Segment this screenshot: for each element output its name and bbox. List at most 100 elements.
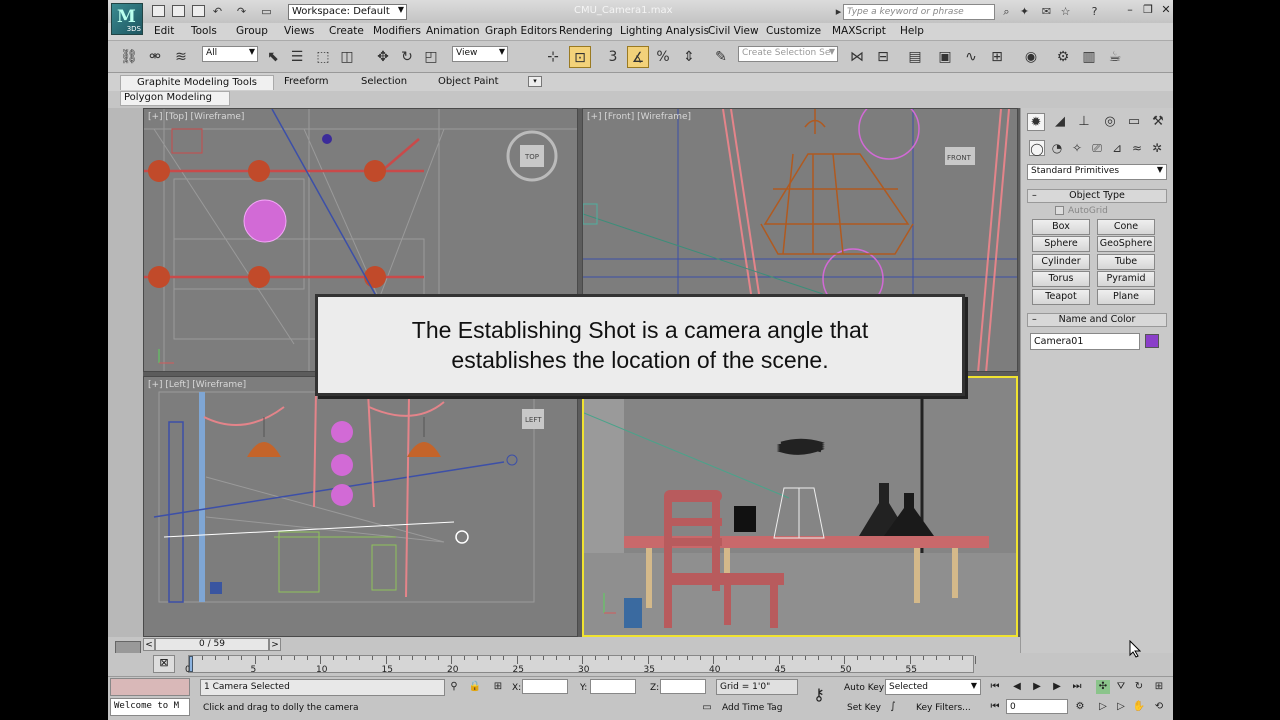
lights-icon[interactable]: ✧ (1069, 140, 1085, 156)
reference-coord-dropdown[interactable]: View ▼ (452, 46, 508, 62)
autogrid-checkbox[interactable]: AutoGrid (1055, 206, 1108, 216)
box-button[interactable]: Box (1032, 219, 1090, 235)
viewport-camera[interactable] (582, 376, 1018, 637)
spacewarps-icon[interactable]: ≈ (1129, 140, 1145, 156)
auto-key-button[interactable]: Auto Key (844, 683, 884, 693)
rectangular-selection-icon[interactable]: ⬚ (312, 46, 334, 68)
key-mode-dropdown[interactable]: Selected ▼ (885, 679, 981, 695)
rendered-frame-icon[interactable]: ▥ (1078, 46, 1100, 68)
current-frame-marker[interactable] (189, 656, 193, 672)
sphere-button[interactable]: Sphere (1032, 236, 1090, 252)
x-coord-input[interactable] (522, 679, 568, 694)
time-tag-icon[interactable]: ▭ (700, 701, 714, 715)
object-name-input[interactable]: Camera01 (1030, 333, 1140, 350)
create-tab-icon[interactable]: ✹ (1027, 113, 1045, 131)
rotate-icon[interactable]: ↻ (396, 46, 418, 68)
set-key-curve-icon[interactable]: ∫ (886, 700, 900, 714)
named-selection-dropdown[interactable]: Create Selection Se ▼ (738, 46, 838, 62)
utilities-tab-icon[interactable]: ⚒ (1149, 113, 1167, 131)
lock-selection-icon[interactable]: 🔒 (468, 680, 482, 694)
viewport-left-label[interactable]: [+] [Left] [Wireframe] (148, 380, 246, 390)
cylinder-button[interactable]: Cylinder (1032, 254, 1090, 270)
modify-tab-icon[interactable]: ◢ (1051, 113, 1069, 131)
render-production-icon[interactable]: ☕ (1104, 46, 1126, 68)
redo-icon[interactable]: ↷ (235, 6, 248, 18)
viewport-front-label[interactable]: [+] [Front] [Wireframe] (587, 112, 691, 122)
field-of-view-icon[interactable]: ▷ (1114, 700, 1128, 714)
mini-curve-editor-icon[interactable]: ⊠ (153, 655, 175, 673)
spinner-snap-icon[interactable]: ⇕ (678, 46, 700, 68)
favorites-icon[interactable]: ☆ (1059, 6, 1072, 18)
zoom-all-icon[interactable]: ⛛ (1114, 680, 1128, 694)
schematic-view-icon[interactable]: ⊞ (986, 46, 1008, 68)
roll-icon[interactable]: ⟲ (1152, 700, 1166, 714)
play-icon[interactable]: ▶ (1030, 680, 1044, 694)
key-filters-button[interactable]: Key Filters... (916, 703, 971, 713)
binoculars-icon[interactable]: ⌕ (1000, 6, 1013, 18)
key-icon[interactable]: ⚷ (812, 687, 826, 703)
help-icon[interactable]: ? (1088, 6, 1101, 18)
z-coord-input[interactable] (660, 679, 706, 694)
tab-freeform[interactable]: Freeform (268, 75, 345, 90)
minimize-button[interactable]: – (1120, 3, 1140, 19)
menu-civil-view[interactable]: Civil View (708, 25, 759, 37)
hierarchy-tab-icon[interactable]: ⊥ (1075, 113, 1093, 131)
layer-manager-icon[interactable]: ▤ (904, 46, 926, 68)
menu-create[interactable]: Create (329, 25, 364, 37)
systems-icon[interactable]: ✲ (1149, 140, 1165, 156)
menu-edit[interactable]: Edit (154, 25, 174, 37)
save-file-icon[interactable] (192, 5, 205, 17)
move-icon[interactable]: ✥ (372, 46, 394, 68)
go-to-end-icon[interactable]: ⏭ (1070, 680, 1084, 694)
maxscript-listener-output[interactable]: Welcome to M (110, 698, 190, 716)
polygon-modeling-panel[interactable]: Polygon Modeling (120, 91, 230, 106)
current-frame-input[interactable]: 0 (1006, 699, 1068, 714)
object-color-swatch[interactable] (1145, 334, 1159, 348)
key-mode-toggle-icon[interactable]: ⏮ (988, 700, 1002, 714)
pivot-center-icon[interactable]: ⊹ (542, 46, 564, 68)
tab-graphite-modeling-tools[interactable]: Graphite Modeling Tools (120, 75, 275, 90)
render-setup-icon[interactable]: ⚙ (1052, 46, 1074, 68)
app-logo[interactable]: M 3DS (111, 3, 143, 35)
set-key-button[interactable]: Set Key (847, 703, 881, 713)
bind-spacewarp-icon[interactable]: ≋ (170, 46, 192, 68)
zoom-icon[interactable]: ✣ (1096, 680, 1110, 694)
graphite-toggle-icon[interactable]: ▣ (934, 46, 956, 68)
torus-button[interactable]: Torus (1032, 271, 1090, 287)
menu-group[interactable]: Group (236, 25, 268, 37)
dolly-icon[interactable]: ▷ (1096, 700, 1110, 714)
cameras-icon[interactable]: ⎚ (1089, 140, 1105, 156)
angle-snap-icon[interactable]: ∡ (627, 46, 649, 68)
snaps-toggle-icon[interactable]: 3 (602, 46, 624, 68)
timeline-ruler[interactable]: 0 5 10 15 20 25 30 35 40 45 50 55 (185, 655, 976, 675)
align-icon[interactable]: ⊟ (872, 46, 894, 68)
geosphere-button[interactable]: GeoSphere (1097, 236, 1155, 252)
menu-views[interactable]: Views (284, 25, 314, 37)
previous-frame-icon[interactable]: ◀ (1010, 680, 1024, 694)
orbit-icon[interactable]: ↻ (1132, 680, 1146, 694)
material-editor-icon[interactable]: ◉ (1020, 46, 1042, 68)
geometry-icon[interactable]: ◯ (1029, 140, 1045, 156)
next-frame-arrow[interactable]: > (269, 638, 281, 651)
restore-button[interactable]: ❐ (1138, 3, 1158, 19)
workspace-dropdown[interactable]: Workspace: Default ▼ (288, 4, 407, 20)
menu-animation[interactable]: Animation (426, 25, 480, 37)
pan-icon[interactable]: ✋ (1132, 700, 1146, 714)
isolate-icon[interactable]: ⚲ (447, 680, 461, 694)
maximize-viewport-icon[interactable]: ⊞ (1152, 680, 1166, 694)
cone-button[interactable]: Cone (1097, 219, 1155, 235)
helpers-icon[interactable]: ⊿ (1109, 140, 1125, 156)
open-file-icon[interactable] (172, 5, 185, 17)
selection-filter-dropdown[interactable]: All ▼ (202, 46, 258, 62)
ribbon-options-icon[interactable]: ▾ (528, 76, 542, 87)
search-input[interactable]: Type a keyword or phrase (843, 4, 995, 20)
maxscript-listener-mini[interactable] (110, 678, 190, 696)
communication-icon[interactable]: ✉ (1040, 6, 1053, 18)
prev-frame-arrow[interactable]: < (143, 638, 155, 651)
select-manipulate-icon[interactable]: ⊡ (569, 46, 591, 68)
time-slider[interactable]: 0 / 59 (155, 638, 269, 651)
viewport-top-label[interactable]: [+] [Top] [Wireframe] (148, 112, 244, 122)
subscription-icon[interactable]: ✦ (1018, 6, 1031, 18)
name-color-rollout[interactable]: – Name and Color (1027, 313, 1167, 327)
scale-icon[interactable]: ◰ (420, 46, 442, 68)
